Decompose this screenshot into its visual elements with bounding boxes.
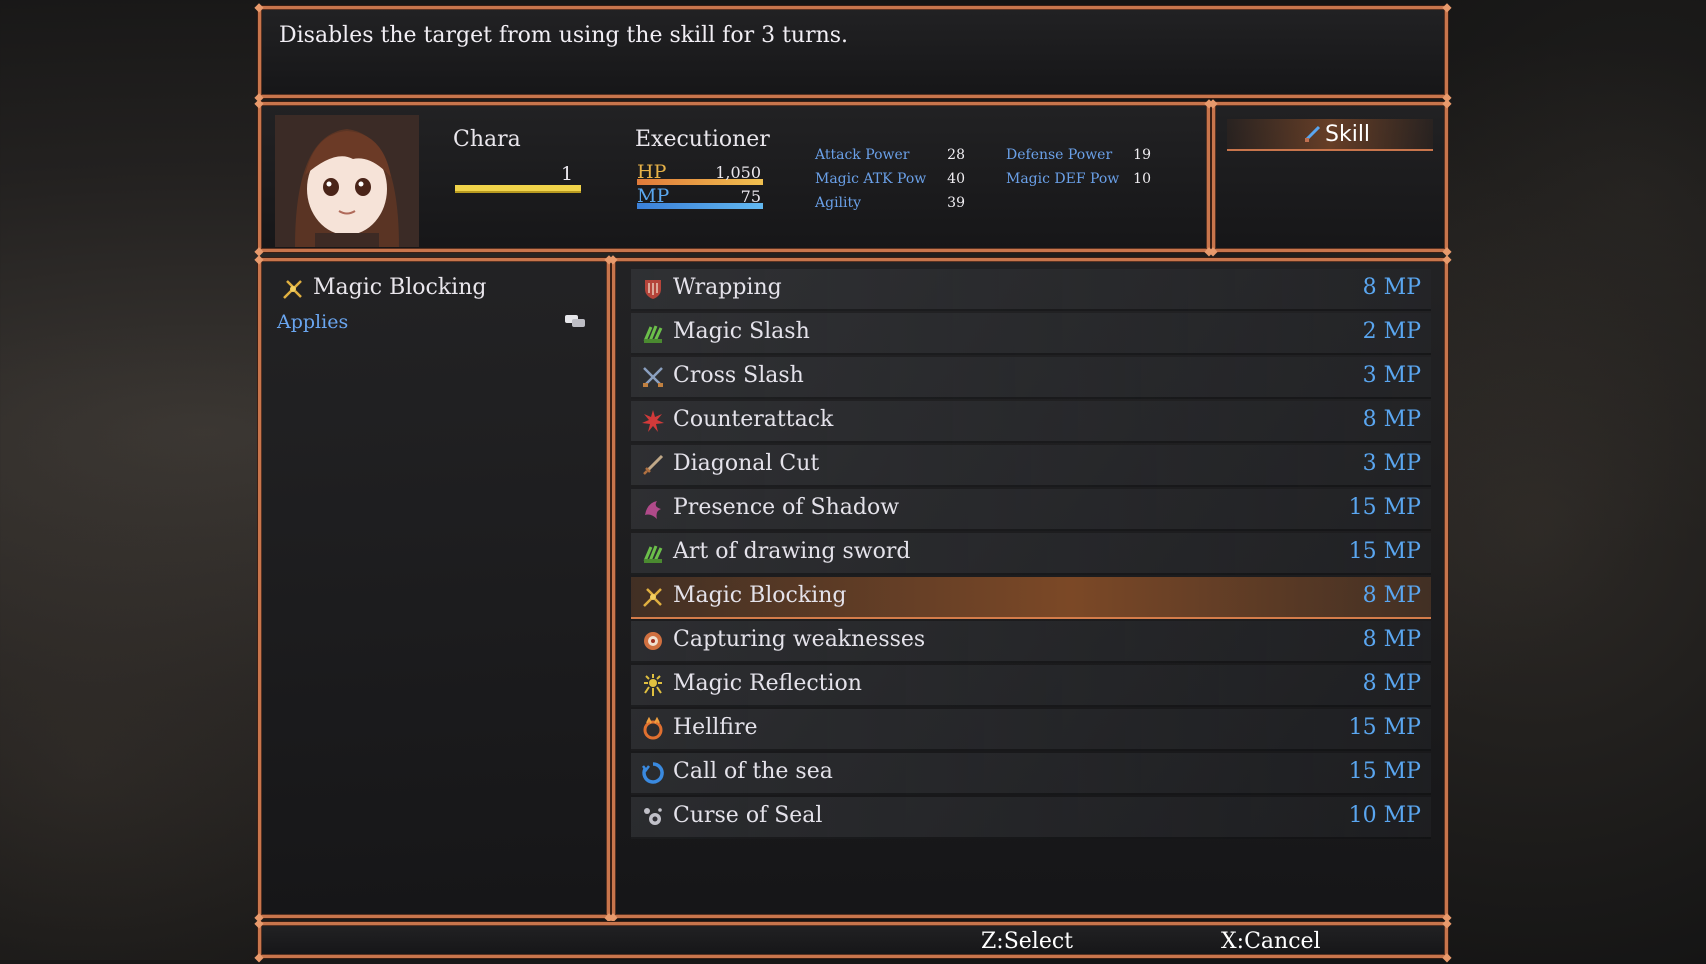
skill-row[interactable]: Hellfire 15 MP xyxy=(631,709,1431,751)
skill-row[interactable]: Magic Slash 2 MP xyxy=(631,313,1431,355)
frame-corner: ◆ xyxy=(254,96,264,110)
skill-detail-window: ◆ ◆ ◆ ◆ Magic Blocking Applies xyxy=(254,253,613,923)
skill-name: Call of the sea xyxy=(673,759,833,784)
frame-corner: ◆ xyxy=(1442,950,1452,964)
actor-class: Executioner xyxy=(635,127,770,152)
target-icon xyxy=(641,629,665,653)
skill-cost: 8 MP xyxy=(1362,275,1421,300)
skill-list-window: ◆ ◆ ◆ ◆ Wrapping 8 MP Magic Slash 2 MP Cross… xyxy=(608,253,1451,923)
skill-cost: 15 MP xyxy=(1348,539,1421,564)
frame-corner: ◆ xyxy=(1208,244,1218,258)
skill-cost: 8 MP xyxy=(1362,583,1421,608)
skill-name: Magic Reflection xyxy=(673,671,862,696)
param-label: Magic ATK Pow xyxy=(815,171,927,187)
skill-type-window: ◆ ◆ ◆ ◆ Skill xyxy=(1208,97,1451,257)
skill-row[interactable]: Diagonal Cut 3 MP xyxy=(631,445,1431,487)
skill-row[interactable]: Magic Blocking 8 MP xyxy=(631,577,1431,619)
fire-ring-icon xyxy=(641,716,665,741)
skill-name: Presence of Shadow xyxy=(673,495,900,520)
shield-icon xyxy=(641,277,665,301)
sword-icon xyxy=(1303,125,1321,143)
skill-cost: 3 MP xyxy=(1362,363,1421,388)
skill-name: Hellfire xyxy=(673,715,758,740)
sunburst-icon xyxy=(641,673,665,697)
param-value: 40 xyxy=(947,171,965,187)
claw-icon xyxy=(641,541,665,565)
skill-cost: 8 MP xyxy=(1362,407,1421,432)
key-help-bar: ◆ ◆ ◆ ◆ Z:Select X:Cancel xyxy=(254,917,1451,963)
skill-name: Wrapping xyxy=(673,275,782,300)
crossed-swords-icon xyxy=(641,365,665,389)
wave-icon xyxy=(641,761,665,785)
applies-link[interactable]: Applies xyxy=(277,311,348,333)
skill-name: Magic Blocking xyxy=(673,583,847,608)
select-key-hint[interactable]: Z:Select xyxy=(981,929,1073,954)
param-label: Magic DEF Pow xyxy=(1006,171,1120,187)
shadow-icon xyxy=(641,497,665,521)
skill-name: Art of drawing sword xyxy=(673,539,911,564)
mp-value: 75 xyxy=(740,187,761,206)
skill-cost: 8 MP xyxy=(1362,627,1421,652)
skill-name: Diagonal Cut xyxy=(673,451,820,476)
frame-corner: ◆ xyxy=(254,0,264,14)
claw-icon xyxy=(641,321,665,345)
seal-icon xyxy=(641,805,665,829)
skill-name: Capturing weaknesses xyxy=(673,627,926,652)
cancel-key-hint[interactable]: X:Cancel xyxy=(1221,929,1321,954)
help-window: ◆ ◆ ◆ ◆ Disables the target from using t… xyxy=(254,1,1451,103)
skill-cost: 2 MP xyxy=(1362,319,1421,344)
skill-row[interactable]: Call of the sea 15 MP xyxy=(631,753,1431,795)
skill-cost: 15 MP xyxy=(1348,715,1421,740)
skill-row[interactable]: Counterattack 8 MP xyxy=(631,401,1431,443)
level-bar xyxy=(455,185,581,193)
param-value: 10 xyxy=(1133,171,1151,187)
skill-cost: 10 MP xyxy=(1348,803,1421,828)
skill-row[interactable]: Wrapping 8 MP xyxy=(631,269,1431,311)
frame-corner: ◆ xyxy=(1442,916,1452,930)
frame-corner: ◆ xyxy=(254,950,264,964)
param-value: 39 xyxy=(947,195,965,211)
frame-corner: ◆ xyxy=(1442,252,1452,266)
skill-row[interactable]: Curse of Seal 10 MP xyxy=(631,797,1431,839)
param-value: 28 xyxy=(947,147,965,163)
frame-corner: ◆ xyxy=(608,252,618,266)
frame-corner: ◆ xyxy=(1442,0,1452,14)
magic-blocking-icon xyxy=(281,277,305,301)
frame-corner: ◆ xyxy=(254,252,264,266)
skill-command-label: Skill xyxy=(1325,122,1371,147)
skill-row[interactable]: Cross Slash 3 MP xyxy=(631,357,1431,399)
skill-command-button[interactable]: Skill xyxy=(1227,119,1433,151)
param-label: Agility xyxy=(815,195,862,211)
skill-name: Curse of Seal xyxy=(673,803,823,828)
skill-name: Magic Slash xyxy=(673,319,810,344)
actor-level: 1 xyxy=(561,163,574,185)
actor-name: Chara xyxy=(453,127,521,152)
magic-blocking-icon xyxy=(641,585,665,609)
chat-bubble-icon[interactable] xyxy=(565,313,585,329)
hp-value: 1,050 xyxy=(715,163,761,182)
help-text: Disables the target from using the skill… xyxy=(279,23,849,48)
selected-skill-name: Magic Blocking xyxy=(313,275,487,300)
skill-name: Counterattack xyxy=(673,407,834,432)
skill-row[interactable]: Capturing weaknesses 8 MP xyxy=(631,621,1431,663)
frame-corner: ◆ xyxy=(1208,96,1218,110)
skill-cost: 3 MP xyxy=(1362,451,1421,476)
status-window: ◆ ◆ ◆ ◆ Chara 1 Executioner HP 1,050 MP … xyxy=(254,97,1213,257)
skill-cost: 15 MP xyxy=(1348,495,1421,520)
skill-row[interactable]: Presence of Shadow 15 MP xyxy=(631,489,1431,531)
burst-icon xyxy=(641,409,665,433)
skill-cost: 15 MP xyxy=(1348,759,1421,784)
skill-name: Cross Slash xyxy=(673,363,804,388)
actor-portrait xyxy=(275,115,419,247)
skill-cost: 8 MP xyxy=(1362,671,1421,696)
param-value: 19 xyxy=(1133,147,1151,163)
frame-corner: ◆ xyxy=(254,916,264,930)
param-label: Defense Power xyxy=(1006,147,1113,163)
param-label: Attack Power xyxy=(815,147,910,163)
frame-corner: ◆ xyxy=(1442,96,1452,110)
sword-icon xyxy=(641,453,665,477)
skill-row[interactable]: Magic Reflection 8 MP xyxy=(631,665,1431,707)
skill-row[interactable]: Art of drawing sword 15 MP xyxy=(631,533,1431,575)
